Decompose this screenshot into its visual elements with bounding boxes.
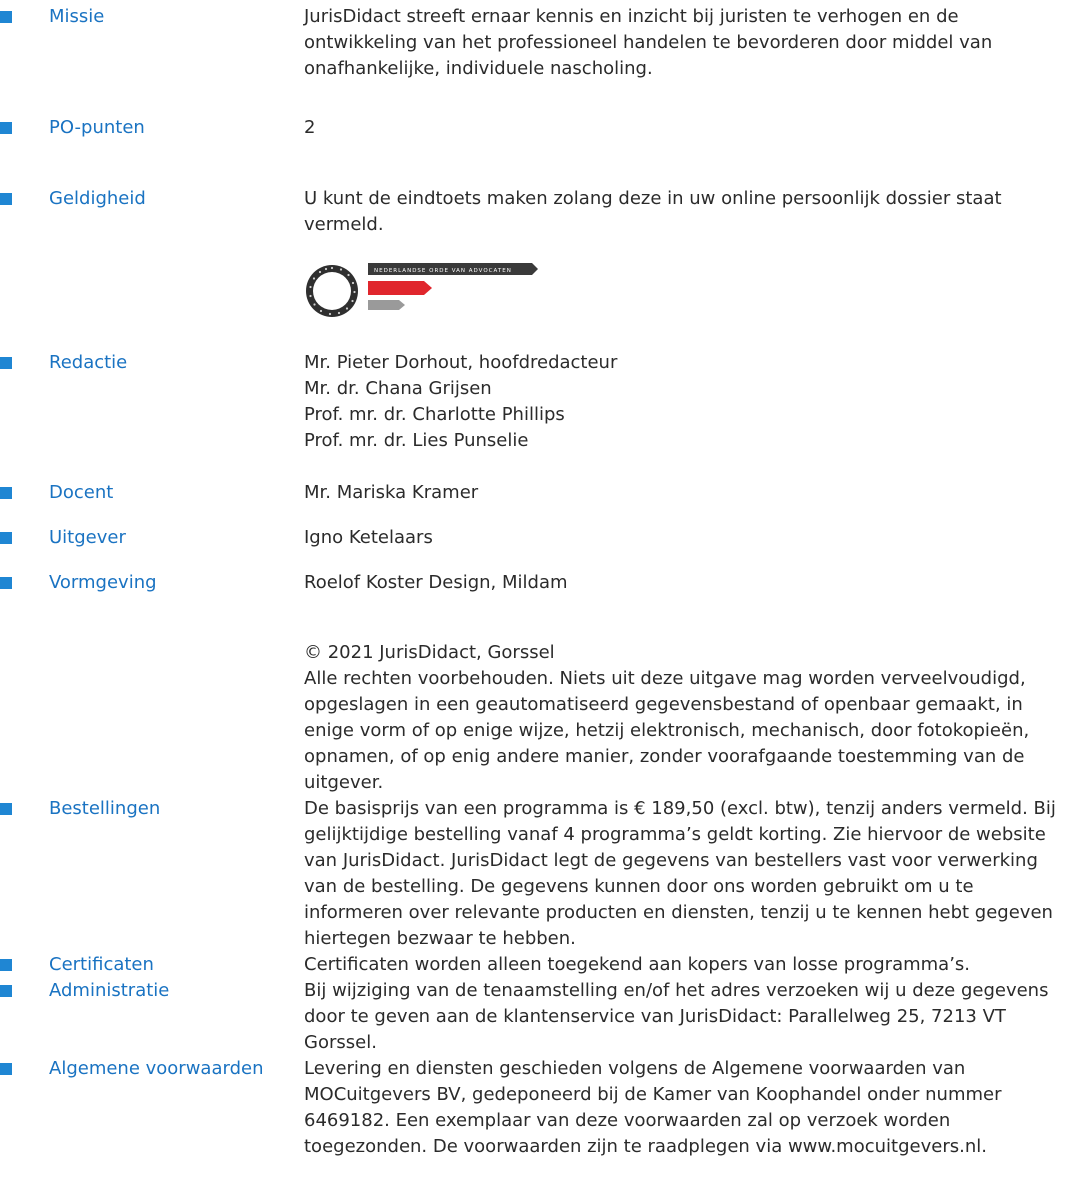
section-value: U kunt de eindtoets maken zolang deze in… [304, 188, 1002, 235]
section-value: De basisprijs van een programma is € 189… [304, 798, 1056, 949]
bullet-square [0, 577, 12, 589]
section-label: Certificaten [49, 954, 154, 975]
section-value: Bij wijziging van de tenaamstelling en/o… [304, 980, 1049, 1053]
section-label: Administratie [49, 980, 170, 1001]
section-value: Igno Ketelaars [304, 527, 433, 548]
editor-name: Mr. dr. Chana Grijsen [304, 378, 492, 399]
section-value: Mr. Mariska Kramer [304, 482, 479, 503]
editor-list: Mr. Pieter Dorhout, hoofdredacteur Mr. d… [304, 350, 1064, 454]
section-label: Uitgever [49, 527, 126, 548]
section-label: Missie [49, 6, 105, 27]
section-value: Levering en diensten geschieden volgens … [304, 1058, 1002, 1157]
bullet-square [0, 11, 12, 23]
section-value: Certificaten worden alleen toegekend aan… [304, 954, 971, 975]
bullet-square [0, 193, 12, 205]
section-label: Algemene voorwaarden [49, 1058, 264, 1079]
editor-name: Prof. mr. dr. Charlotte Phillips [304, 404, 565, 425]
bullet-square [0, 532, 12, 544]
section-label: Redactie [49, 352, 128, 373]
colophon-page: Missie JurisDidact streeft ernaar kennis… [0, 0, 1074, 1204]
bullet-square [0, 357, 12, 369]
section-value: Roelof Koster Design, Mildam [304, 572, 568, 593]
bullet-square [0, 959, 12, 971]
section-label: Geldigheid [49, 188, 146, 209]
section-label: Bestellingen [49, 798, 161, 819]
editor-name: Mr. Pieter Dorhout, hoofdredacteur [304, 352, 618, 373]
bullet-square [0, 487, 12, 499]
section-label: Docent [49, 482, 114, 503]
section-label: Vormgeving [49, 572, 157, 593]
section-label: PO-punten [49, 117, 145, 138]
section-value: JurisDidact streeft ernaar kennis en inz… [304, 6, 993, 79]
editor-name: Prof. mr. dr. Lies Punselie [304, 430, 529, 451]
nova-logo: NEDERLANDSE ORDE VAN ADVOCATEN [306, 263, 538, 317]
logo-banner-text: NEDERLANDSE ORDE VAN ADVOCATEN [374, 268, 512, 274]
bullet-square [0, 1063, 12, 1075]
section-value: 2 [304, 117, 316, 138]
bullet-square [0, 803, 12, 815]
copyright-text: Alle rechten voorbehouden. Niets uit dez… [304, 668, 1030, 793]
bullet-square [0, 122, 12, 134]
copyright-line: © 2021 JurisDidact, Gorssel [304, 642, 555, 663]
bullet-square [0, 985, 12, 997]
